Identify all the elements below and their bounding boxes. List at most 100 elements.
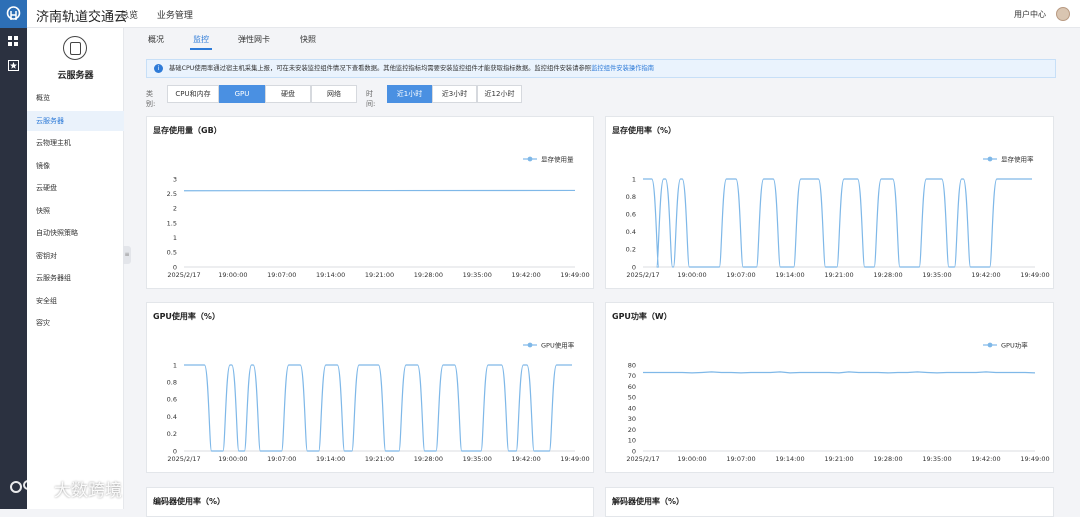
sidebar-item[interactable]: 自动快照策略 (27, 223, 124, 243)
y-tick-label: 20 (628, 426, 636, 434)
chart-legend[interactable]: GPU功率 (983, 341, 1028, 350)
info-icon: i (154, 64, 163, 73)
tab-overview[interactable]: 概况 (148, 34, 164, 45)
info-banner: i 基础CPU使用率通过宿主机采集上报，可在未安装监控组件情况下查看数据。其他监… (146, 59, 1056, 78)
legend-marker (988, 157, 993, 162)
sidebar-item[interactable]: 概览 (27, 88, 124, 108)
sidebar-item[interactable]: 密钥对 (27, 246, 124, 266)
x-tick-label: 19:28:00 (414, 271, 443, 279)
tab-eni[interactable]: 弹性网卡 (238, 34, 270, 45)
user-center-link[interactable]: 用户中心 (1014, 9, 1046, 20)
collapse-handle[interactable]: ≡ (123, 246, 131, 264)
y-tick-label: 1 (173, 361, 177, 369)
sidebar-item[interactable]: 容灾 (27, 313, 124, 333)
x-tick-label: 19:35:00 (922, 455, 951, 463)
legend-label: 显存使用率 (1001, 155, 1034, 164)
info-text: 基础CPU使用率通过宿主机采集上报，可在未安装监控组件情况下查看数据。其他监控指… (169, 65, 591, 72)
sidebar-item[interactable]: 快照 (27, 201, 124, 221)
x-tick-label: 19:35:00 (463, 455, 492, 463)
tab-bar: 概况 监控 弹性网卡 快照 (140, 28, 1070, 50)
chart-legend[interactable]: GPU使用率 (523, 341, 575, 350)
y-tick-label: 2 (173, 205, 177, 213)
x-tick-label: 19:35:00 (463, 271, 492, 279)
watermark-logo (8, 476, 48, 498)
series-line[interactable] (184, 365, 572, 451)
filter-1h[interactable]: 近1小时 (387, 85, 432, 103)
y-tick-label: 70 (628, 372, 636, 380)
x-tick-label: 19:14:00 (775, 271, 804, 279)
y-tick-label: 0.4 (167, 413, 177, 421)
x-tick-label: 2025/2/17 (167, 271, 200, 279)
sidebar-item[interactable]: 云服务器组 (27, 268, 124, 288)
star-icon[interactable] (8, 60, 19, 71)
chart-card-decoder: 解码器使用率（%） (605, 487, 1054, 517)
left-rail (0, 28, 27, 509)
y-tick-label: 0.4 (626, 228, 636, 236)
filter-cpu-memory[interactable]: CPU和内存 (167, 85, 219, 103)
active-tab-indicator (190, 48, 212, 50)
grid-icon[interactable] (8, 36, 19, 47)
filter-3h[interactable]: 近3小时 (432, 85, 477, 103)
legend-marker (528, 157, 533, 162)
sidebar-item[interactable]: 云服务器 (27, 111, 124, 131)
nav-business[interactable]: 业务管理 (157, 11, 193, 21)
line-chart: 显存使用率00.20.40.60.812025/2/1719:00:0019:0… (606, 117, 1053, 288)
y-tick-label: 0.2 (167, 430, 177, 438)
y-tick-label: 50 (628, 394, 636, 402)
x-tick-label: 19:49:00 (560, 455, 589, 463)
x-tick-label: 19:42:00 (512, 455, 541, 463)
y-tick-label: 40 (628, 404, 636, 412)
chart-card-vram-rate: 显存使用率（%） 显存使用率00.20.40.60.812025/2/1719:… (605, 116, 1054, 289)
y-tick-label: 0.2 (626, 246, 636, 254)
nav-overview[interactable]: 总览 (120, 11, 138, 21)
legend-label: GPU使用率 (541, 341, 575, 350)
y-tick-label: 0.6 (626, 211, 636, 219)
tab-monitor[interactable]: 监控 (193, 34, 209, 45)
y-tick-label: 0.6 (167, 396, 177, 404)
x-tick-label: 19:21:00 (365, 271, 394, 279)
y-tick-label: 1 (632, 175, 636, 183)
series-line[interactable] (643, 179, 1032, 267)
line-chart: GPU使用率00.20.40.60.812025/2/1719:00:0019:… (147, 303, 593, 472)
x-tick-label: 19:00:00 (218, 455, 247, 463)
x-tick-label: 19:28:00 (873, 271, 902, 279)
sidebar-item[interactable]: 云物理主机 (27, 133, 124, 153)
sidebar-item[interactable]: 云硬盘 (27, 178, 124, 198)
x-tick-label: 19:07:00 (726, 271, 755, 279)
sidebar-item[interactable]: 安全组 (27, 291, 124, 311)
install-guide-link[interactable]: 监控组件安装操作指南 (591, 65, 654, 72)
y-tick-label: 2.5 (167, 190, 177, 198)
sidebar-item[interactable]: 镜像 (27, 156, 124, 176)
watermark-text: 大数跨境 (54, 476, 122, 501)
filter-disk[interactable]: 硬盘 (265, 85, 311, 103)
filter-12h[interactable]: 近12小时 (477, 85, 522, 103)
filter-network[interactable]: 网络 (311, 85, 357, 103)
x-tick-label: 19:42:00 (512, 271, 541, 279)
tab-snapshot[interactable]: 快照 (300, 34, 316, 45)
x-tick-label: 19:21:00 (824, 271, 853, 279)
x-tick-label: 19:35:00 (922, 271, 951, 279)
app-logo[interactable] (0, 0, 27, 28)
x-tick-label: 19:42:00 (971, 455, 1000, 463)
y-tick-label: 30 (628, 415, 636, 423)
sidebar-title: 云服务器 (27, 68, 124, 81)
x-tick-label: 19:49:00 (1020, 455, 1049, 463)
x-tick-label: 19:21:00 (824, 455, 853, 463)
logo-icon (5, 5, 22, 23)
top-nav: 总览 业务管理 (120, 8, 209, 21)
x-tick-label: 19:42:00 (971, 271, 1000, 279)
filter-gpu[interactable]: GPU (219, 85, 265, 103)
x-tick-label: 19:14:00 (775, 455, 804, 463)
x-tick-label: 19:21:00 (365, 455, 394, 463)
chart-legend[interactable]: 显存使用率 (983, 155, 1034, 164)
legend-label: GPU功率 (1001, 341, 1028, 350)
legend-marker (528, 343, 533, 348)
time-label: 时间: (366, 89, 375, 109)
x-tick-label: 2025/2/17 (626, 455, 659, 463)
avatar[interactable] (1056, 7, 1070, 21)
y-tick-label: 0.8 (167, 379, 177, 387)
chart-legend[interactable]: 显存使用量 (523, 155, 574, 164)
chart-title: 解码器使用率（%） (612, 496, 684, 507)
y-tick-label: 1.5 (167, 219, 177, 227)
series-line[interactable] (643, 372, 1035, 373)
